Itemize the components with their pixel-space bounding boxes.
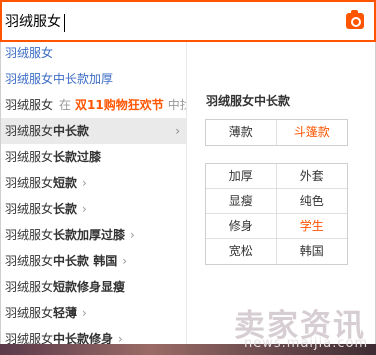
suggestion-item[interactable]: 羽绒服女长款加厚过膝 › (1, 222, 186, 248)
attribute-option[interactable]: 学生 (276, 214, 347, 239)
attribute-option[interactable]: 纯色 (276, 189, 347, 214)
chevron-right-icon: › (130, 228, 135, 242)
attribute-option[interactable]: 宽松 (206, 239, 277, 264)
suggestion-text: 长款过膝 (53, 150, 102, 164)
attribute-option[interactable]: 薄款 (206, 120, 277, 145)
suggestion-keyword: 羽绒服女 (5, 306, 54, 320)
attribute-option[interactable]: 斗篷款 (277, 120, 348, 145)
suggestion-text: 长款 (53, 202, 78, 216)
search-bar: 羽绒服女 (0, 0, 376, 42)
suggestion-list: 羽绒服女 羽绒服女中长款加厚 羽绒服女在双11购物狂欢节 中找 羽绒服女中长款 › 羽绒服女… (1, 42, 187, 355)
suggestion-keyword: 羽绒服女 (5, 46, 54, 60)
suggestion-text: 长款加厚过膝 (53, 228, 126, 242)
suggestion-keyword: 羽绒服女中长款加厚 (5, 72, 114, 86)
suggestion-keyword: 羽绒服女 (5, 254, 54, 268)
suggestion-text: 短款修身显瘦 (53, 280, 126, 294)
suggestion-keyword: 羽绒服女 (5, 176, 54, 190)
background-image-strip (0, 344, 376, 355)
suggestion-item[interactable]: 羽绒服女中长款 韩国 › (1, 248, 186, 274)
suggestion-keyword: 羽绒服女 (5, 150, 54, 164)
suggestion-text: 轻薄 (53, 306, 78, 320)
attribute-option[interactable]: 加厚 (206, 164, 277, 189)
suggestion-text: 短款 (53, 176, 78, 190)
panel-title: 羽绒服女中长款 (206, 94, 291, 108)
suggestion-item[interactable]: 羽绒服女中长款加厚 (1, 66, 186, 92)
suggestion-keyword: 羽绒服女 (5, 228, 54, 242)
suggestion-item[interactable]: 羽绒服女长款 › (1, 196, 186, 222)
chevron-right-icon: › (175, 124, 180, 138)
suggestion-text: 中找 (167, 98, 186, 112)
attribute-panel: 羽绒服女中长款 薄款 斗篷款 加厚 外套 显瘦 纯色 修身 学生 宽松 韩国 (191, 42, 376, 355)
search-input[interactable]: 羽绒服女 (5, 8, 325, 36)
attribute-grid-1: 薄款 斗篷款 (205, 119, 348, 146)
suggestion-item[interactable]: 羽绒服女短款 › (1, 170, 186, 196)
suggestion-keyword: 羽绒服女 (5, 124, 54, 138)
attribute-option[interactable]: 外套 (276, 164, 347, 189)
suggestion-keyword: 羽绒服女 (5, 280, 54, 294)
chevron-right-icon: › (82, 202, 87, 216)
promo-link[interactable]: 双11购物狂欢节 (75, 98, 164, 112)
suggestion-item[interactable]: 羽绒服女中长款 › (1, 118, 186, 144)
suggestion-keyword: 羽绒服女 (5, 98, 54, 112)
suggestion-text: 在 (59, 98, 72, 112)
suggestion-item[interactable]: 羽绒服女在双11购物狂欢节 中找 (1, 92, 186, 118)
attribute-grid-2: 加厚 外套 显瘦 纯色 修身 学生 宽松 韩国 (205, 163, 348, 265)
attribute-option[interactable]: 修身 (206, 214, 277, 239)
suggestion-item[interactable]: 羽绒服女长款过膝 (1, 144, 186, 170)
chevron-right-icon: › (82, 176, 87, 190)
suggestion-keyword: 羽绒服女 (5, 202, 54, 216)
attribute-option[interactable]: 显瘦 (206, 189, 277, 214)
attribute-option[interactable]: 韩国 (277, 239, 348, 264)
camera-icon[interactable] (346, 10, 364, 29)
suggestion-item[interactable]: 羽绒服女 (1, 40, 186, 66)
suggestion-text: 中长款 韩国 (53, 254, 118, 268)
chevron-right-icon: › (122, 254, 128, 268)
suggestion-item[interactable]: 羽绒服女短款修身显瘦 (1, 274, 186, 300)
text-caret (64, 14, 65, 32)
suggestion-item[interactable]: 羽绒服女轻薄 › (1, 300, 186, 326)
suggestion-dropdown: 羽绒服女 羽绒服女中长款加厚 羽绒服女在双11购物狂欢节 中找 羽绒服女中长款 › 羽绒服女… (0, 42, 376, 355)
suggestion-text: 中长款 (53, 124, 90, 138)
chevron-right-icon: › (82, 306, 87, 320)
